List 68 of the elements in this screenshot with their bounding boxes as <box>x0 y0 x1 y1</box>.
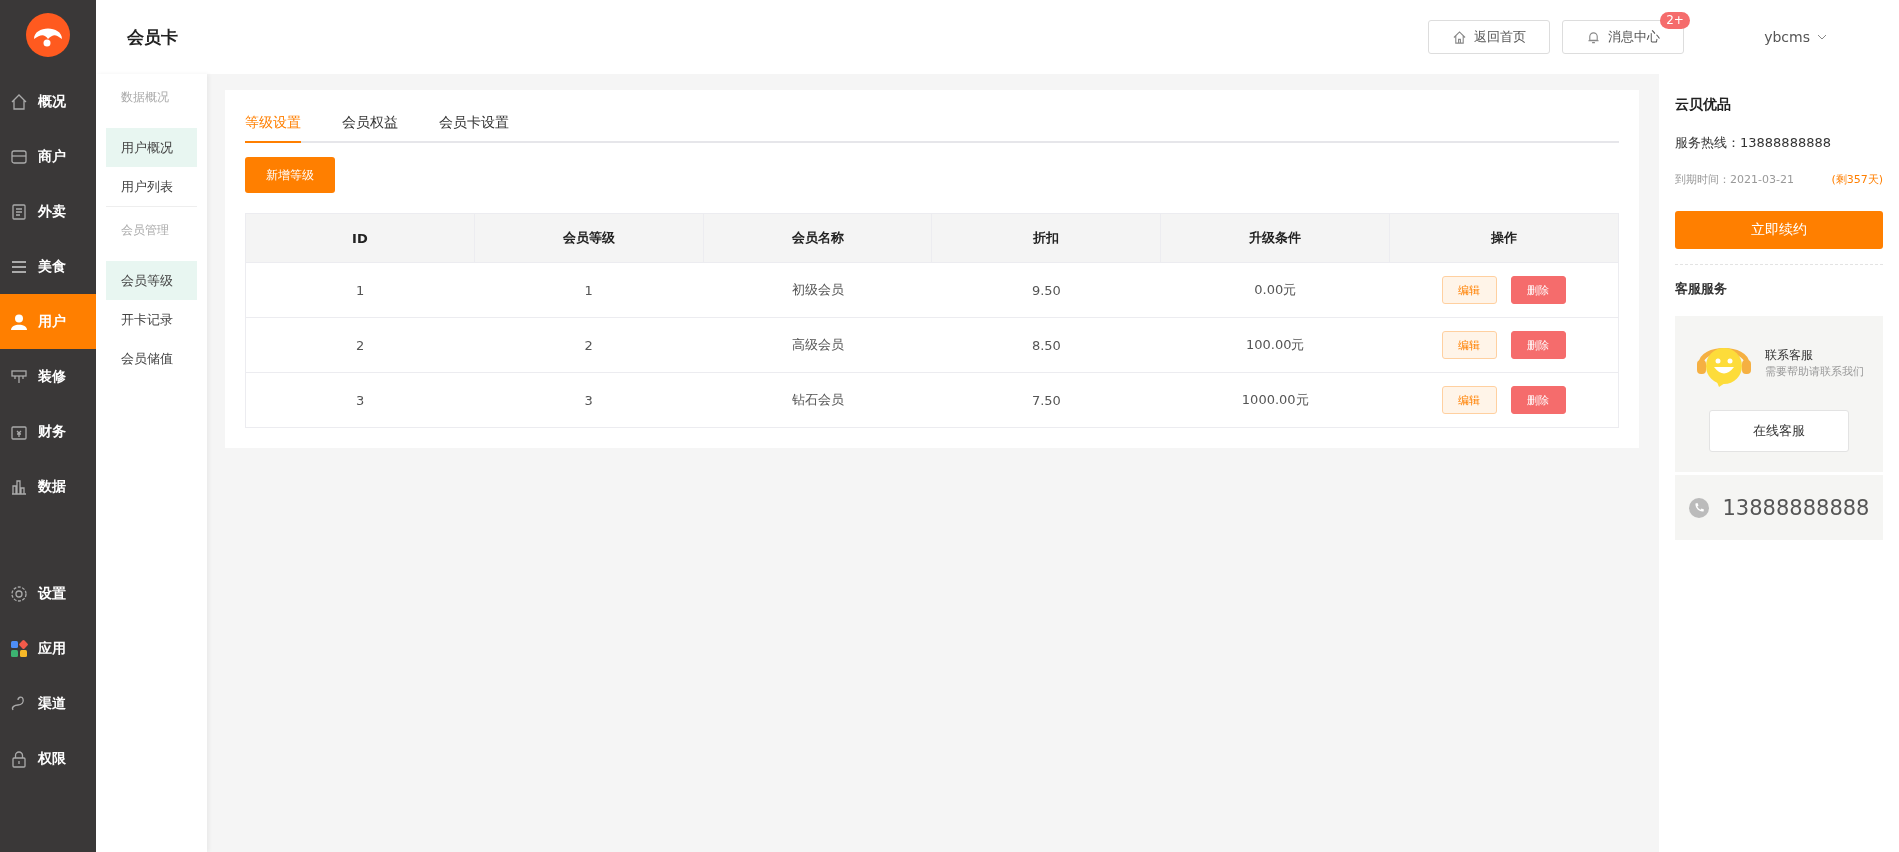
column-header: 会员等级 <box>474 213 704 263</box>
subnav-item[interactable]: 用户列表 <box>106 167 197 206</box>
user-icon <box>10 312 28 331</box>
storefront-icon <box>10 147 28 166</box>
contact-title: 联系客服 <box>1764 347 1814 364</box>
subnav-item[interactable]: 会员等级 <box>106 261 197 300</box>
section-heading: 会员管理 <box>120 222 170 239</box>
user-menu[interactable]: ybcms <box>1764 29 1827 45</box>
notification-badge: 2+ <box>1660 12 1690 29</box>
subnav-item[interactable]: 用户概况 <box>106 128 197 167</box>
column-header: ID <box>245 213 475 263</box>
table-cell: 3 <box>474 372 704 428</box>
column-header: 升级条件 <box>1160 213 1390 263</box>
nav-item[interactable]: 商户 <box>0 129 96 184</box>
subnav-item[interactable]: 开卡记录 <box>106 300 197 339</box>
table-cell: 高级会员 <box>703 317 932 373</box>
brand-name: 云贝优品 <box>1675 96 1732 114</box>
phone-number: 13888888888 <box>1722 495 1870 520</box>
nav-item[interactable]: 美食 <box>0 239 96 294</box>
table-cell: 7.50 <box>932 372 1161 428</box>
bell-icon <box>1586 30 1600 44</box>
hotline-text: 服务热线：13888888888 <box>1675 134 1832 152</box>
nav-item[interactable]: 数据 <box>0 459 96 514</box>
table-cell: 2 <box>245 317 475 373</box>
chevron-down-icon <box>1817 34 1827 40</box>
nav-item[interactable]: 外卖 <box>0 184 96 239</box>
online-service-button[interactable]: 在线客服 <box>1709 410 1849 452</box>
table-cell: 1000.00元 <box>1160 372 1390 428</box>
nav-item[interactable]: 设置 <box>0 566 96 621</box>
tab[interactable]: 会员卡设置 <box>439 106 509 143</box>
remaining-days: (剩357天) <box>1831 172 1883 187</box>
bar-chart-icon <box>10 477 28 496</box>
table-cell: 钻石会员 <box>703 372 932 428</box>
home-icon <box>1452 30 1466 44</box>
settings-icon <box>10 584 28 603</box>
brush-icon <box>10 367 28 386</box>
nav-item[interactable]: 概况 <box>0 74 96 129</box>
table-cell: 3 <box>245 372 475 428</box>
home-button[interactable]: 返回首页 <box>1428 20 1551 54</box>
column-header: 会员名称 <box>703 213 932 263</box>
phone-icon <box>1688 497 1709 518</box>
nav-item[interactable]: 应用 <box>0 621 96 676</box>
home-icon <box>10 92 28 111</box>
nav-item[interactable]: 权限 <box>0 731 96 786</box>
table-cell: 0.00元 <box>1160 262 1390 318</box>
table-cell: 9.50 <box>932 262 1161 318</box>
logo-icon <box>23 10 73 60</box>
column-header: 折扣 <box>932 213 1161 263</box>
nav-item[interactable]: 财务 <box>0 404 96 459</box>
subnav-item[interactable]: 会员储值 <box>106 339 197 378</box>
table-cell: 初级会员 <box>703 262 932 318</box>
contact-hint: 需要帮助请联系我们 <box>1764 364 1864 379</box>
nav-item[interactable]: 渠道 <box>0 676 96 731</box>
section-heading: 数据概况 <box>120 89 170 106</box>
table-cell: 1 <box>245 262 475 318</box>
table-cell: 100.00元 <box>1160 317 1390 373</box>
document-icon <box>10 202 28 221</box>
tab[interactable]: 会员权益 <box>342 106 398 143</box>
nav-item[interactable]: 装修 <box>0 349 96 404</box>
section-title: 客服服务 <box>1675 264 1883 298</box>
column-header: 操作 <box>1389 213 1619 263</box>
page-title: 会员卡 <box>127 25 178 49</box>
table-cell: 2 <box>474 317 704 373</box>
expiry-date: 到期时间：2021-03-21 <box>1675 172 1794 187</box>
table-cell: 8.50 <box>932 317 1161 373</box>
table-cell: 1 <box>474 262 704 318</box>
apps-grid-icon <box>10 639 28 658</box>
lock-icon <box>10 749 28 768</box>
